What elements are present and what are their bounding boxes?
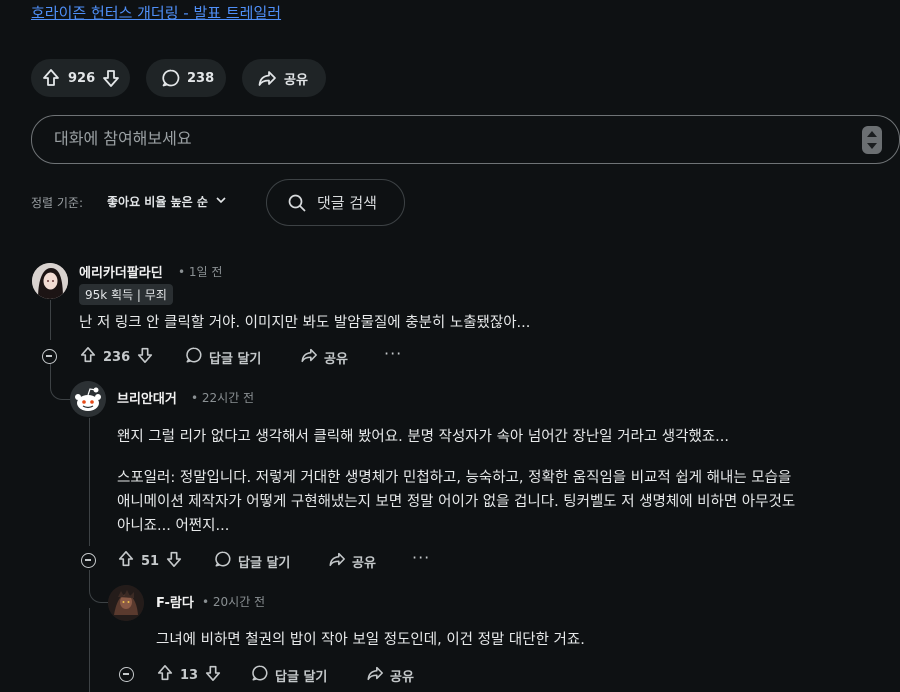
comment-author[interactable]: F-람다 [156, 592, 194, 611]
reply-button[interactable]: 답글 달기 [251, 664, 327, 686]
comment-search-label: 댓글 검색 [317, 194, 377, 212]
comment-body: 그녀에 비하면 철권의 밥이 작아 보일 정도인데, 이건 정말 대단한 거죠. [156, 632, 585, 648]
share-button[interactable]: 공유 [366, 664, 414, 686]
comment-body-line: 스포일러: 정말입니다. 저렇게 거대한 생명체가 민첩하고, 능숙하고, 정확… [117, 470, 792, 486]
downvote-icon[interactable] [204, 664, 222, 686]
comment-icon [161, 68, 181, 88]
comment-body-paragraph: 왠지 그럴 리가 없다고 생각해서 클릭해 봤어요. 분명 작성자가 속아 넘어… [117, 429, 729, 445]
comment-score: 236 [103, 349, 131, 365]
comment-time: • 1일 전 [178, 265, 223, 279]
comment-search-button[interactable]: 댓글 검색 [266, 179, 405, 226]
chevron-down-icon [214, 193, 228, 210]
comment-score: 13 [180, 667, 199, 683]
upvote-icon[interactable] [156, 664, 174, 686]
share-label: 공유 [352, 555, 376, 571]
reply-label: 답글 달기 [238, 555, 291, 571]
thread-line [50, 300, 51, 340]
share-icon [328, 550, 346, 572]
vote-control: 236 [79, 346, 154, 368]
share-button[interactable]: 공유 [328, 550, 376, 572]
comment-author[interactable]: 브리안대거 [117, 388, 177, 407]
share-label: 공유 [324, 351, 348, 367]
avatar[interactable] [108, 585, 144, 621]
share-label: 공유 [390, 669, 414, 685]
downvote-icon[interactable] [101, 68, 121, 88]
collapse-thread-button[interactable] [119, 667, 134, 682]
composer-resize-handle[interactable] [862, 126, 882, 154]
downvote-icon[interactable] [136, 346, 154, 368]
comment-body-line: 애니메이션 제작자가 어떻게 구현해냈는지 보면 정말 어이가 없을 겁니다. … [117, 494, 796, 510]
comment-composer[interactable] [31, 115, 900, 164]
share-icon [257, 68, 277, 88]
sort-dropdown[interactable]: 좋아요 비율 높은 순 [107, 193, 228, 210]
comment-body-line: 아니죠... 어쩐지... [117, 518, 230, 534]
avatar[interactable] [70, 381, 106, 417]
collapse-thread-button[interactable] [81, 553, 96, 568]
vote-control: 51 [117, 550, 183, 572]
vote-control: 13 [156, 664, 222, 686]
comment-time: • 20시간 전 [202, 595, 266, 609]
share-button[interactable]: 공유 [300, 346, 348, 368]
comment-time: • 22시간 전 [191, 391, 255, 405]
user-flair: 95k 획득 | 무죄 [79, 284, 173, 305]
comments-button[interactable]: 238 [146, 59, 226, 97]
sort-label: 정렬 기준: [31, 196, 84, 210]
vote-pill: 926 [31, 59, 130, 97]
downvote-icon[interactable] [165, 550, 183, 572]
upvote-icon[interactable] [41, 68, 61, 88]
post-link[interactable]: 호라이즌 헌터스 개더링 - 발표 트레일러 [31, 2, 281, 23]
comments-count: 238 [187, 70, 215, 86]
comment-icon [251, 664, 269, 686]
comment-score: 51 [141, 553, 160, 569]
comment-icon [214, 550, 232, 572]
collapse-thread-button[interactable] [42, 349, 57, 364]
comment-author[interactable]: 에리카더팔라딘 [79, 262, 163, 281]
reply-label: 답글 달기 [209, 351, 262, 367]
sort-value: 좋아요 비율 높은 순 [107, 195, 208, 209]
reply-button[interactable]: 답글 달기 [185, 346, 261, 368]
more-options-icon[interactable]: ··· [384, 344, 402, 363]
comment-input[interactable] [52, 128, 816, 149]
comment-body: 난 저 링크 안 클릭할 거야. 이미지만 봐도 발암물질에 충분히 노출됐잖아… [79, 315, 531, 331]
thread-line [89, 608, 90, 692]
search-icon [287, 193, 307, 213]
reply-label: 답글 달기 [275, 669, 328, 685]
upvote-icon[interactable] [79, 346, 97, 368]
more-options-icon[interactable]: ··· [412, 548, 430, 567]
share-label: 공유 [284, 72, 308, 88]
avatar[interactable] [32, 263, 68, 299]
comment-icon [185, 346, 203, 368]
share-icon [366, 664, 384, 686]
share-icon [300, 346, 318, 368]
share-button[interactable]: 공유 [242, 59, 326, 97]
reply-button[interactable]: 답글 달기 [214, 550, 290, 572]
upvote-icon[interactable] [117, 550, 135, 572]
vote-count: 926 [68, 70, 96, 86]
thread-line [89, 418, 90, 546]
